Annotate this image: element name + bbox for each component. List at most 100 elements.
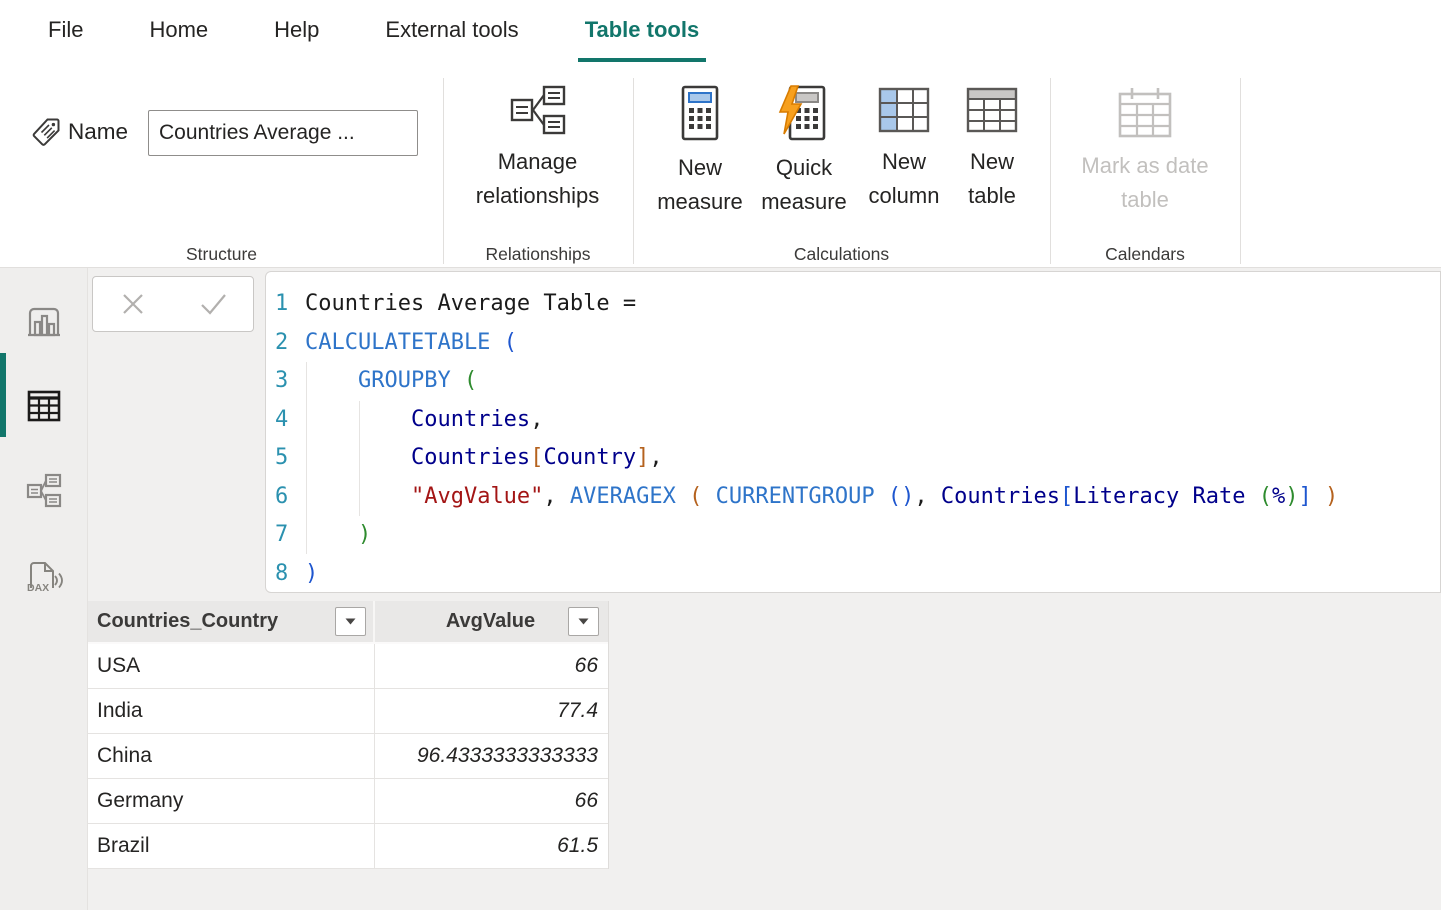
code-token: [305, 407, 411, 432]
tab-label: Help: [274, 17, 319, 42]
line-number: 2: [266, 324, 299, 363]
manage-relationships-button[interactable]: Manage relationships: [450, 84, 625, 213]
cancel-formula-button[interactable]: [103, 280, 163, 328]
new-table-button[interactable]: New table: [950, 84, 1034, 213]
line-number: 6: [266, 478, 299, 517]
new-table-icon: [964, 84, 1020, 136]
code-line-8[interactable]: 8): [266, 555, 1440, 594]
filter-button[interactable]: [335, 607, 366, 636]
table-name-input[interactable]: [148, 110, 418, 156]
commit-formula-button[interactable]: [183, 280, 243, 328]
code-line-5[interactable]: 5 Countries[Country],: [266, 439, 1440, 478]
data-view-workspace: 1Countries Average Table =2CALCULATETABL…: [88, 268, 1441, 910]
code-token: ): [305, 561, 318, 586]
tab-home[interactable]: Home: [116, 0, 241, 62]
data-grid-header: Countries_Country AvgValue: [88, 601, 608, 644]
cell-country[interactable]: Germany: [88, 779, 375, 823]
name-tag-icon: [30, 116, 62, 148]
column-header-countries-country[interactable]: Countries_Country: [88, 601, 375, 642]
tab-label: External tools: [385, 17, 518, 42]
code-token: "AvgValue": [411, 484, 543, 509]
cell-avgvalue[interactable]: 96.4333333333333: [375, 734, 608, 778]
code-token: Countries: [411, 445, 530, 470]
data-view-icon: [25, 388, 63, 424]
code-line-2[interactable]: 2CALCULATETABLE (: [266, 324, 1440, 363]
chevron-down-icon: [578, 618, 589, 625]
cell-avgvalue[interactable]: 66: [375, 644, 608, 688]
group-label-calculations: Calculations: [633, 244, 1050, 265]
manage-relationships-label: Manage relationships: [450, 145, 625, 213]
indent-guide: [359, 401, 360, 516]
code-line-1[interactable]: 1Countries Average Table =: [266, 285, 1440, 324]
line-number: 7: [266, 516, 299, 555]
data-grid: Countries_Country AvgValue: [88, 601, 609, 869]
code-text: ): [305, 516, 371, 555]
filter-button[interactable]: [568, 607, 599, 636]
code-text: GROUPBY (: [305, 362, 477, 401]
quick-measure-icon: [777, 84, 831, 142]
code-line-6[interactable]: 6 "AvgValue", AVERAGEX ( CURRENTGROUP ()…: [266, 478, 1440, 517]
tab-table-tools[interactable]: Table tools: [552, 0, 733, 62]
code-token: CALCULATETABLE: [305, 330, 504, 355]
code-token: (: [504, 330, 517, 355]
cell-avgvalue[interactable]: 77.4: [375, 689, 608, 733]
new-column-button[interactable]: New column: [856, 84, 952, 213]
code-text: Countries Average Table =: [305, 285, 636, 324]
mark-as-date-table-button[interactable]: Mark as date table: [1066, 84, 1224, 217]
tab-help[interactable]: Help: [241, 0, 352, 62]
model-view-icon: [25, 473, 63, 509]
code-text: "AvgValue", AVERAGEX ( CURRENTGROUP (), …: [305, 478, 1338, 517]
line-number: 8: [266, 555, 299, 594]
group-divider: [443, 78, 444, 264]
table-row: Brazil61.5: [88, 824, 608, 869]
code-token: [: [1060, 484, 1073, 509]
cell-avgvalue[interactable]: 61.5: [375, 824, 608, 868]
sidebar-item-dax-query-view[interactable]: DAX: [0, 547, 88, 607]
close-icon: [120, 291, 146, 317]
tab-external-tools[interactable]: External tools: [352, 0, 551, 62]
line-number: 3: [266, 362, 299, 401]
code-token: ,: [914, 484, 941, 509]
code-token: ): [358, 522, 371, 547]
tab-file[interactable]: File: [15, 0, 116, 62]
manage-relationships-icon: [509, 84, 567, 136]
sidebar-item-data-view[interactable]: [0, 376, 88, 436]
line-number: 1: [266, 285, 299, 324]
line-number: 4: [266, 401, 299, 440]
cell-avgvalue[interactable]: 66: [375, 779, 608, 823]
group-divider: [1240, 78, 1241, 264]
code-text: ): [305, 555, 318, 594]
cell-country[interactable]: China: [88, 734, 375, 778]
calculator-icon: [676, 84, 724, 142]
code-line-4[interactable]: 4 Countries,: [266, 401, 1440, 440]
dax-formula-editor[interactable]: 1Countries Average Table =2CALCULATETABL…: [265, 271, 1441, 593]
svg-text:DAX: DAX: [27, 582, 49, 594]
column-header-avgvalue[interactable]: AvgValue: [375, 601, 606, 642]
cell-country[interactable]: Brazil: [88, 824, 375, 868]
group-label-calendars: Calendars: [1050, 244, 1240, 265]
code-token: [305, 445, 411, 470]
tab-label: Table tools: [585, 17, 700, 42]
cell-country[interactable]: India: [88, 689, 375, 733]
code-line-7[interactable]: 7 ): [266, 516, 1440, 555]
view-sidebar: DAX: [0, 268, 88, 910]
column-header-label: Countries_Country: [97, 610, 278, 633]
sidebar-item-report-view[interactable]: [0, 292, 88, 352]
line-number: 5: [266, 439, 299, 478]
checkmark-icon: [198, 291, 228, 317]
cell-country[interactable]: USA: [88, 644, 375, 688]
code-token: %: [1272, 484, 1285, 509]
sidebar-item-model-view[interactable]: [0, 461, 88, 521]
new-measure-button[interactable]: New measure: [650, 84, 750, 219]
new-table-label: New table: [950, 145, 1034, 213]
indent-guide: [306, 362, 307, 554]
code-token: ,: [530, 407, 543, 432]
quick-measure-button[interactable]: Quick measure: [752, 84, 856, 219]
code-token: (: [464, 368, 477, 393]
group-divider: [1050, 78, 1051, 264]
code-token: Countries: [941, 484, 1060, 509]
code-token: (): [888, 484, 915, 509]
new-column-label: New column: [856, 145, 952, 213]
code-line-3[interactable]: 3 GROUPBY (: [266, 362, 1440, 401]
calendar-icon: [1114, 84, 1176, 140]
